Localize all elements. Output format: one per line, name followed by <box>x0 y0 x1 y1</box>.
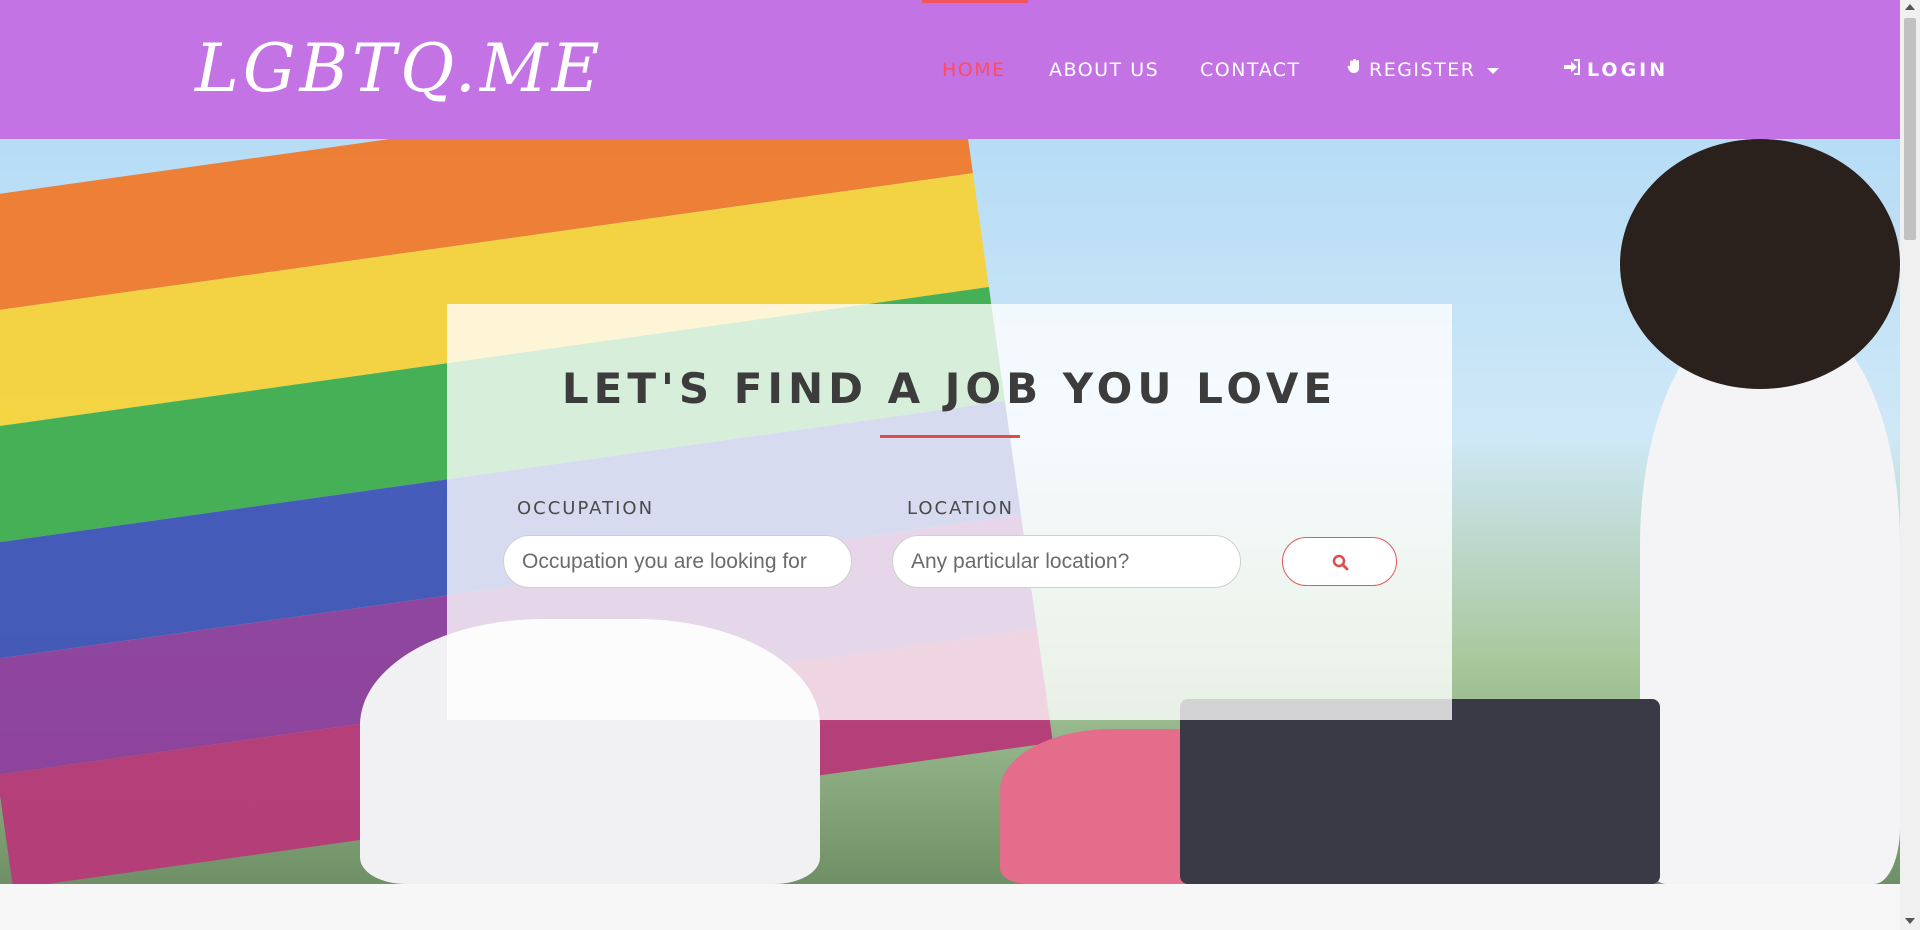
content-section <box>0 884 1900 930</box>
nav-home[interactable]: HOME <box>942 58 1006 82</box>
search-icon <box>1332 554 1349 571</box>
chevron-down-icon <box>1487 67 1500 74</box>
nav-about-us[interactable]: ABOUT US <box>1049 58 1159 82</box>
nav-login[interactable]: LOGIN <box>1563 58 1668 82</box>
hero-banner: LET'S FIND A JOB YOU LOVE OCCUPATION LOC… <box>0 139 1900 884</box>
hand-icon <box>1347 58 1363 82</box>
page: LGBTQ.ME HOME ABOUT US CONTACT REGISTER … <box>0 0 1900 930</box>
location-label: LOCATION <box>907 498 1014 519</box>
occupation-input[interactable] <box>503 535 852 588</box>
active-nav-indicator <box>922 0 1028 3</box>
scrollbar-thumb[interactable] <box>1904 18 1916 240</box>
nav-register-dropdown[interactable]: REGISTER <box>1347 58 1500 82</box>
search-button[interactable] <box>1282 537 1397 586</box>
hero-title: LET'S FIND A JOB YOU LOVE <box>561 364 1338 413</box>
nav-login-label: LOGIN <box>1587 59 1669 81</box>
occupation-label: OCCUPATION <box>517 498 655 519</box>
scroll-down-arrow-icon[interactable] <box>1905 918 1915 924</box>
scroll-up-arrow-icon[interactable] <box>1905 4 1915 10</box>
sign-in-icon <box>1563 58 1581 82</box>
navbar: LGBTQ.ME HOME ABOUT US CONTACT REGISTER … <box>0 0 1900 139</box>
nav-register-label: REGISTER <box>1369 59 1476 81</box>
nav-contact[interactable]: CONTACT <box>1200 58 1301 82</box>
title-underline <box>880 435 1020 438</box>
vertical-scrollbar[interactable] <box>1900 0 1920 930</box>
brand-logo[interactable]: LGBTQ.ME <box>195 24 604 114</box>
location-input[interactable] <box>892 535 1241 588</box>
job-search-card: LET'S FIND A JOB YOU LOVE OCCUPATION LOC… <box>447 304 1452 720</box>
